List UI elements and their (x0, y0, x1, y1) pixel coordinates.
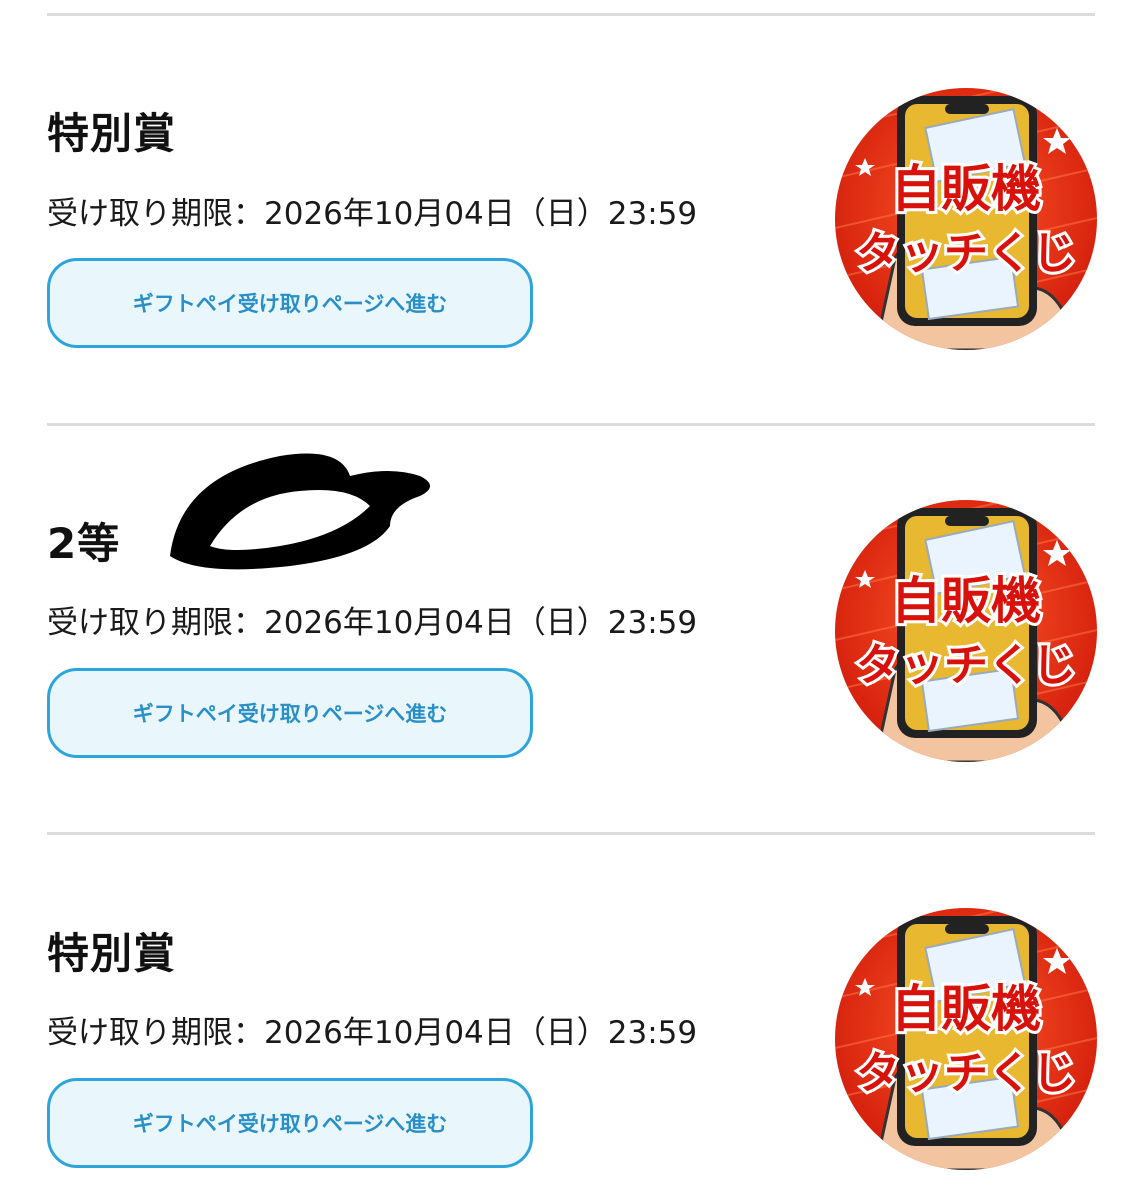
prize-card: 特別賞 受け取り期限：2026年10月04日（日）23:59 ギフトペイ受け取り… (0, 0, 1141, 1170)
giftpay-receive-button[interactable]: ギフトペイ受け取りページへ進む (47, 668, 533, 758)
deadline-text: 受け取り期限：2026年10月04日（日）23:59 (47, 605, 698, 641)
prize-title: 特別賞 (47, 929, 177, 978)
redaction-scribble (170, 453, 430, 570)
logo-text-line1: 自販機 (891, 980, 1041, 1038)
logo-text-line1: 自販機 (891, 572, 1041, 630)
deadline-text: 受け取り期限：2026年10月04日（日）23:59 (47, 1015, 698, 1051)
prize-title: 2等 (47, 519, 121, 568)
divider (47, 832, 1095, 835)
logo-text-line2: タッチくじ (856, 640, 1076, 691)
vending-lottery-logo: 自販機 タッチくじ (835, 908, 1097, 1170)
vending-lottery-logo: 自販機 タッチくじ (835, 500, 1097, 762)
logo-text-line2: タッチくじ (856, 1048, 1076, 1099)
giftpay-receive-button[interactable]: ギフトペイ受け取りページへ進む (47, 1078, 533, 1168)
divider (47, 423, 1095, 426)
